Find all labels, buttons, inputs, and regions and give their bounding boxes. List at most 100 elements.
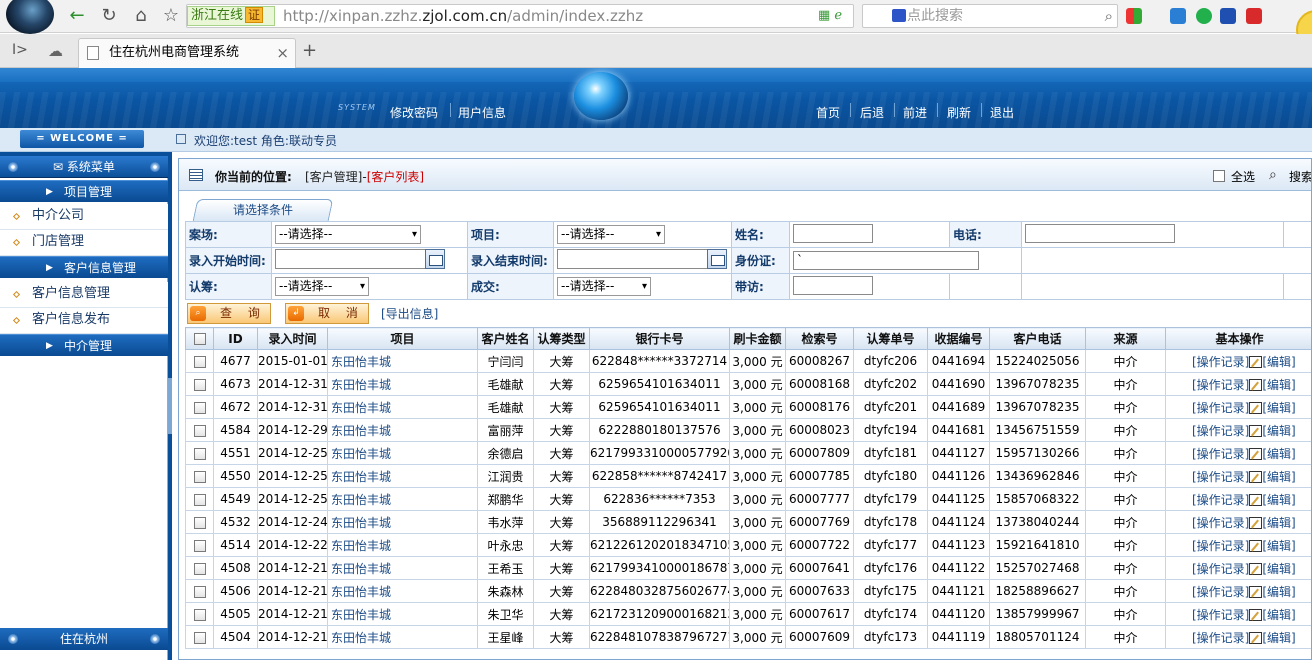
edit-icon[interactable]: [1249, 586, 1263, 598]
plugin-icon[interactable]: [1246, 8, 1262, 24]
cell-project[interactable]: 东田怡丰城: [327, 464, 478, 488]
edit-icon[interactable]: [1249, 471, 1263, 483]
project-select[interactable]: --请选择--: [557, 225, 665, 244]
cell-project[interactable]: 东田怡丰城: [327, 487, 478, 511]
sidebar-group-agent[interactable]: ▶ 中介管理: [0, 334, 168, 356]
export-link[interactable]: [导出信息]: [381, 305, 438, 322]
id-card-input[interactable]: `: [793, 251, 979, 270]
cell-project[interactable]: 东田怡丰城: [327, 372, 478, 396]
refresh-link[interactable]: 刷新: [947, 104, 971, 121]
breadcrumb-current[interactable]: [客户列表]: [367, 170, 424, 184]
edit-link[interactable]: [编辑]: [1262, 447, 1295, 461]
row-checkbox[interactable]: [193, 539, 206, 552]
cell-project[interactable]: 东田怡丰城: [327, 579, 478, 603]
calendar-icon[interactable]: [707, 249, 727, 269]
operation-log-link[interactable]: [操作记录]: [1192, 608, 1249, 622]
filter-tab[interactable]: 请选择条件: [192, 199, 334, 221]
name-input[interactable]: [793, 223, 873, 243]
case-select[interactable]: --请选择--: [275, 225, 421, 244]
edit-link[interactable]: [编辑]: [1262, 585, 1295, 599]
column-header[interactable]: 检索号: [785, 327, 854, 350]
edit-link[interactable]: [编辑]: [1262, 378, 1295, 392]
edit-icon[interactable]: [1249, 563, 1263, 575]
user-info-link[interactable]: 用户信息: [458, 104, 506, 121]
row-checkbox[interactable]: [193, 585, 206, 598]
operation-log-link[interactable]: [操作记录]: [1192, 562, 1249, 576]
shield-icon[interactable]: [1220, 8, 1236, 24]
qr-code-icon[interactable]: ▦ ℯ: [818, 8, 842, 23]
search-link[interactable]: 搜索: [1289, 168, 1311, 185]
row-checkbox[interactable]: [193, 378, 206, 391]
end-date-input[interactable]: [557, 249, 727, 269]
edit-link[interactable]: [编辑]: [1262, 355, 1295, 369]
logout-link[interactable]: 退出: [990, 104, 1014, 121]
search-engine-icon[interactable]: [892, 9, 906, 22]
cloud-icon[interactable]: ☁: [48, 42, 63, 60]
close-icon[interactable]: ×: [276, 39, 289, 67]
apps-grid-icon[interactable]: [1126, 8, 1142, 24]
edit-link[interactable]: [编辑]: [1262, 631, 1295, 645]
edit-icon[interactable]: [1249, 494, 1263, 506]
breadcrumb-section[interactable]: [客户管理]: [305, 170, 362, 184]
header-checkbox[interactable]: [193, 333, 206, 345]
operation-log-link[interactable]: [操作记录]: [1192, 401, 1249, 415]
row-checkbox[interactable]: [193, 631, 206, 644]
bookmark-star-icon[interactable]: ☆: [158, 4, 184, 28]
edit-link[interactable]: [编辑]: [1262, 470, 1295, 484]
sidebar-item-customer-info[interactable]: 客户信息管理: [0, 282, 168, 308]
cell-project[interactable]: 东田怡丰城: [327, 510, 478, 534]
operation-log-link[interactable]: [操作记录]: [1192, 585, 1249, 599]
edit-link[interactable]: [编辑]: [1262, 539, 1295, 553]
subscribe-select[interactable]: --请选择--: [275, 277, 369, 296]
edit-icon[interactable]: [1249, 402, 1263, 414]
cell-project[interactable]: 东田怡丰城: [327, 556, 478, 580]
sidebar-group-project[interactable]: ▶ 项目管理: [0, 180, 168, 202]
edit-icon[interactable]: [1249, 540, 1263, 552]
operation-log-link[interactable]: [操作记录]: [1192, 631, 1249, 645]
cell-project[interactable]: 东田怡丰城: [327, 418, 478, 442]
reload-icon[interactable]: ↻: [96, 4, 122, 28]
column-header[interactable]: 收据编号: [927, 327, 990, 350]
browser-tab-active[interactable]: 住在杭州电商管理系统 ×: [78, 38, 296, 68]
edit-link[interactable]: [编辑]: [1262, 493, 1295, 507]
column-header[interactable]: 刷卡金额: [729, 327, 786, 350]
column-header[interactable]: 认筹单号: [853, 327, 928, 350]
cell-project[interactable]: 东田怡丰城: [327, 533, 478, 557]
cell-project[interactable]: 东田怡丰城: [327, 602, 478, 626]
visit-input[interactable]: [793, 275, 873, 295]
query-button[interactable]: ⌕ 查 询: [187, 303, 271, 324]
start-date-input[interactable]: [275, 249, 445, 269]
edit-icon[interactable]: [1249, 425, 1263, 437]
back-arrow-icon[interactable]: ←: [64, 4, 90, 28]
edit-link[interactable]: [编辑]: [1262, 562, 1295, 576]
sidebar-toggle-icon[interactable]: I>: [12, 42, 28, 58]
deal-select[interactable]: --请选择--: [557, 277, 651, 296]
row-checkbox[interactable]: [193, 608, 206, 621]
column-header[interactable]: 认筹类型: [533, 327, 590, 350]
select-all-label[interactable]: 全选: [1231, 168, 1255, 185]
operation-log-link[interactable]: [操作记录]: [1192, 493, 1249, 507]
edit-icon[interactable]: [1249, 609, 1263, 621]
extension-icon[interactable]: [1170, 8, 1186, 24]
phone-input[interactable]: [1025, 223, 1175, 243]
operation-log-link[interactable]: [操作记录]: [1192, 516, 1249, 530]
column-header[interactable]: 来源: [1085, 327, 1166, 350]
cell-project[interactable]: 东田怡丰城: [327, 349, 478, 373]
site-certificate-badge[interactable]: 浙江在线证: [187, 6, 275, 26]
home-icon[interactable]: ⌂: [128, 4, 154, 28]
row-checkbox[interactable]: [193, 355, 206, 368]
operation-log-link[interactable]: [操作记录]: [1192, 355, 1249, 369]
cell-project[interactable]: 东田怡丰城: [327, 395, 478, 419]
edit-icon[interactable]: [1249, 379, 1263, 391]
cell-project[interactable]: 东田怡丰城: [327, 441, 478, 465]
edit-link[interactable]: [编辑]: [1262, 401, 1295, 415]
edit-link[interactable]: [编辑]: [1262, 424, 1295, 438]
new-tab-plus-icon[interactable]: +: [302, 40, 317, 61]
operation-log-link[interactable]: [操作记录]: [1192, 378, 1249, 392]
row-checkbox[interactable]: [193, 470, 206, 483]
home-link[interactable]: 首页: [816, 104, 840, 121]
change-password-link[interactable]: 修改密码: [390, 104, 438, 121]
operation-log-link[interactable]: [操作记录]: [1192, 447, 1249, 461]
row-checkbox[interactable]: [193, 447, 206, 460]
operation-log-link[interactable]: [操作记录]: [1192, 424, 1249, 438]
